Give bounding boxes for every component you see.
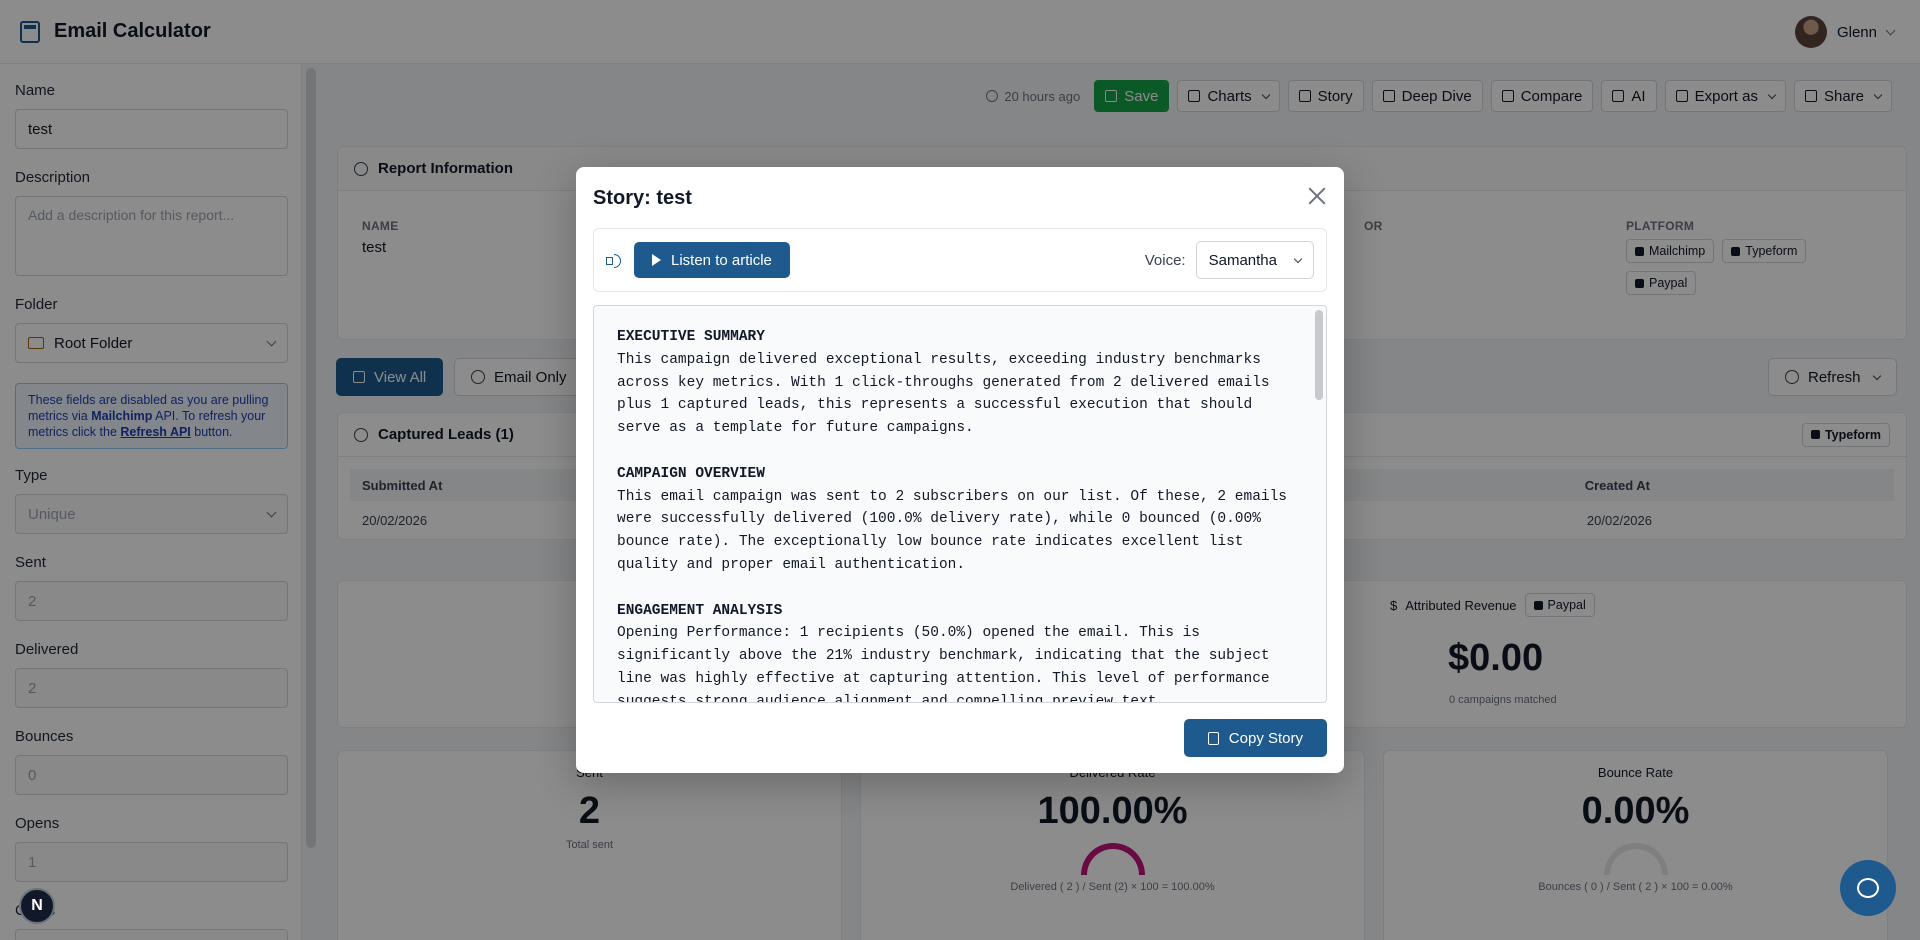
voice-label: Voice: [1144,251,1186,269]
story-content: EXECUTIVE SUMMARY This campaign delivere… [617,326,1297,703]
story-scrollbar[interactable] [1315,310,1323,400]
audio-controls: Listen to article Voice: Samantha [593,228,1327,292]
copy-story-label: Copy Story [1228,729,1303,747]
section-heading: ENGAGEMENT ANALYSIS [617,602,783,619]
chat-icon [1857,878,1879,898]
speaker-icon [606,254,621,268]
clipboard-icon [1207,731,1219,745]
section-body: Opening Performance: 1 recipients (50.0%… [617,625,1279,703]
story-modal: Story: test Listen to article Voice: Sam… [576,167,1344,773]
section-body: This campaign delivered exceptional resu… [617,351,1279,437]
story-text-area[interactable]: EXECUTIVE SUMMARY This campaign delivere… [593,305,1327,703]
play-icon [652,254,661,266]
section-heading: CAMPAIGN OVERVIEW [617,465,765,482]
copy-story-button[interactable]: Copy Story [1183,719,1327,757]
section-heading: EXECUTIVE SUMMARY [617,329,765,345]
modal-title: Story: test [593,187,692,209]
listen-label: Listen to article [671,251,772,269]
listen-button[interactable]: Listen to article [634,242,790,278]
chevron-down-icon [1293,254,1303,263]
voice-select[interactable]: Samantha [1195,241,1314,279]
section-body: This email campaign was sent to 2 subscr… [617,488,1296,573]
n-badge-button[interactable]: N [19,888,55,924]
voice-value: Samantha [1208,251,1277,269]
chat-button[interactable] [1840,860,1896,916]
voice-control: Voice: Samantha [1145,241,1314,279]
close-icon[interactable] [1308,187,1326,205]
